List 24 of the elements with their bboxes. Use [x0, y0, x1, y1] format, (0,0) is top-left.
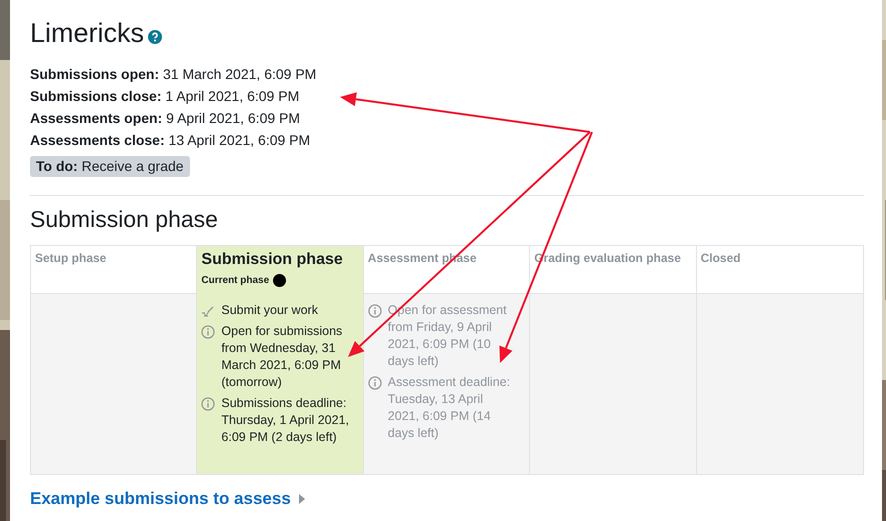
task-text: Open for submissions from Wednesday, 31 March 2021, 6:09 PM (tomorrow): [221, 323, 344, 391]
date-line: Submissions open: 31 March 2021, 6:09 PM: [30, 65, 316, 84]
current-dot-icon: [273, 274, 286, 287]
task-text: Submit your work: [221, 302, 318, 319]
date-line: Assessments close: 13 April 2021, 6:09 PM: [30, 131, 310, 150]
section-title: Submission phase: [30, 206, 219, 233]
date-line: Assessments open: 9 April 2021, 6:09 PM: [30, 109, 300, 128]
check-icon: [201, 304, 216, 318]
task-text: Submissions deadline: Thursday, 1 April 2021, 6:09 PM (2 days left): [221, 395, 350, 446]
task-text: Assessment deadline: Tuesday, 13 April 2021, 6:09 PM (14 days left): [388, 374, 512, 442]
info-icon: [201, 397, 216, 411]
info-icon: [368, 304, 382, 318]
todo-badge: To do: Receive a grade: [30, 156, 190, 177]
caret-icon[interactable]: [298, 494, 305, 504]
info-icon: [368, 376, 382, 390]
phase-title: Setup phase: [35, 251, 108, 265]
help-icon[interactable]: [148, 30, 162, 44]
page-title: Limericks: [30, 18, 144, 49]
phase-title: Submission phase: [201, 251, 344, 269]
current-phase-label: Current phase: [201, 275, 270, 286]
section-link[interactable]: Example submissions to assess: [30, 489, 291, 509]
info-icon: [201, 325, 216, 339]
date-line: Submissions close: 1 April 2021, 6:09 PM: [30, 87, 300, 106]
phase-title: Closed: [700, 251, 742, 265]
